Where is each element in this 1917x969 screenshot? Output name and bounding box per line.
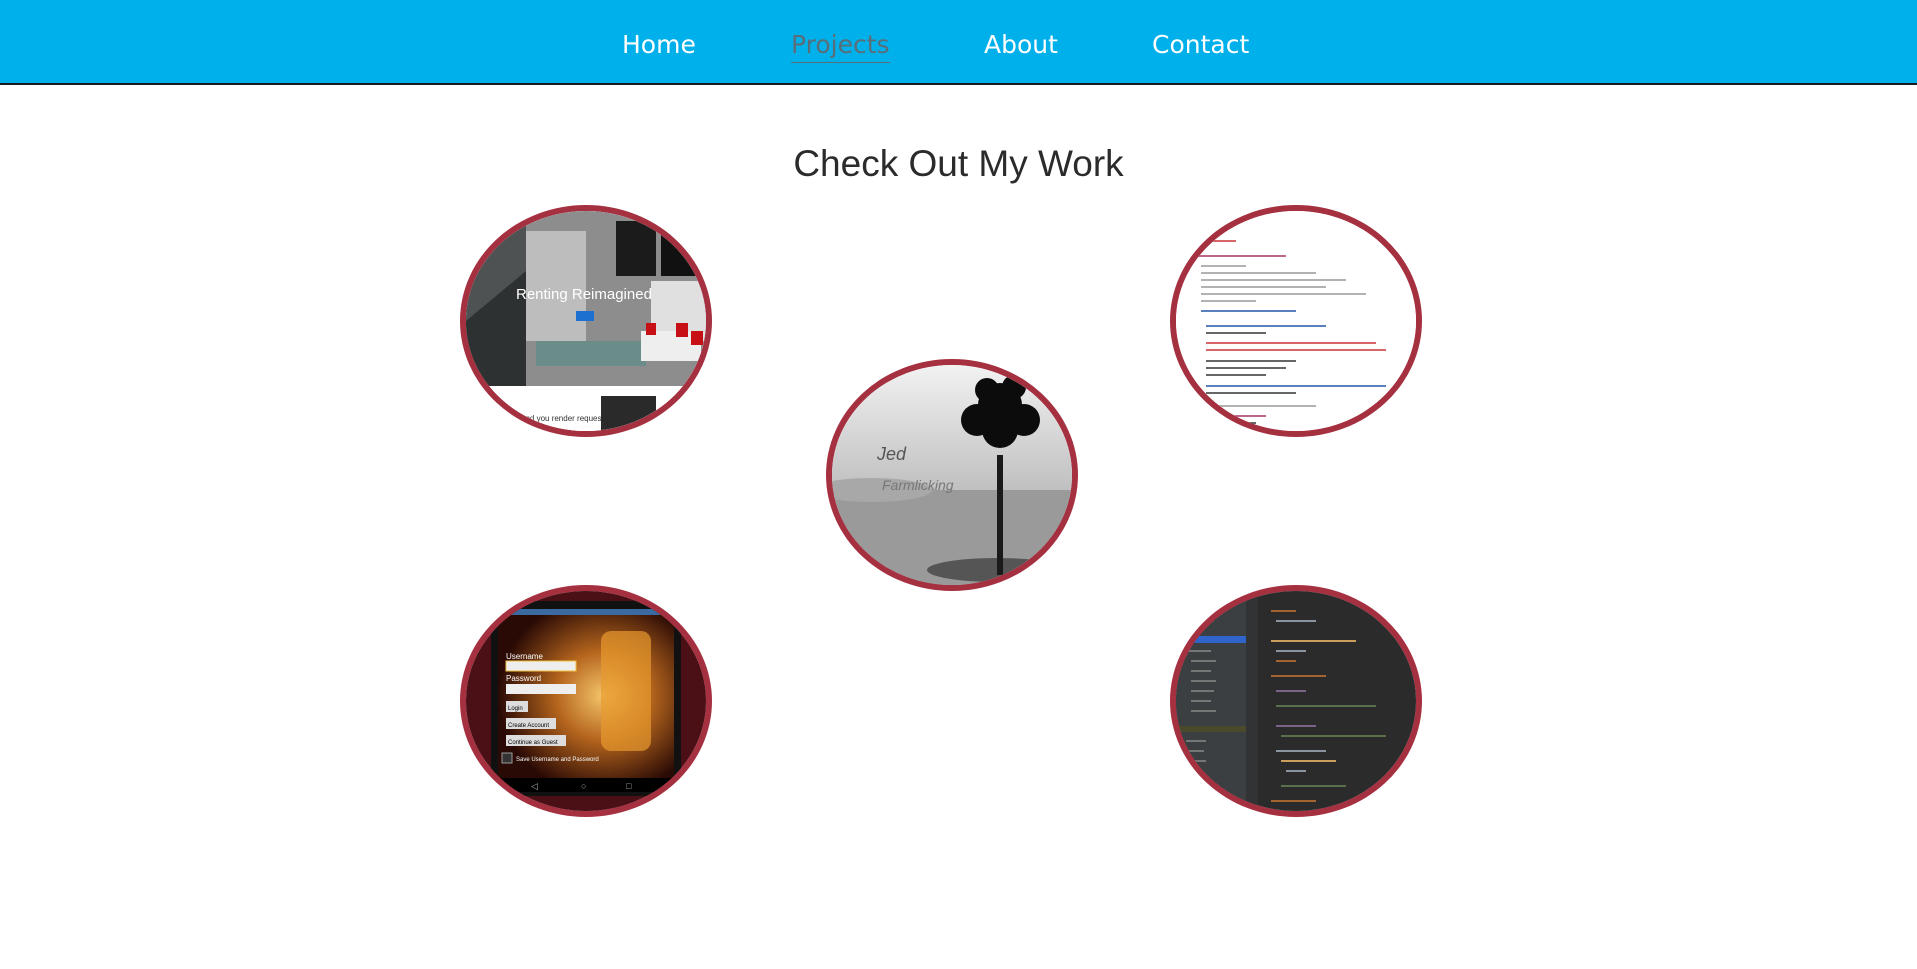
android-recents-icon: □ — [626, 781, 632, 791]
project-thumbnail-code-light[interactable] — [1170, 205, 1422, 437]
nav-home-link[interactable]: Home — [622, 28, 696, 62]
nav-about-link[interactable]: About — [984, 28, 1058, 62]
login-button-label: Login — [508, 706, 523, 712]
renting-website-image: Renting Reimagined and you render reques… — [466, 211, 706, 431]
logo-name-line-1: Jed — [876, 444, 907, 464]
project-thumbnail-renting[interactable]: Renting Reimagined and you render reques… — [460, 205, 712, 437]
username-label: Username — [506, 652, 543, 661]
nav-projects-link[interactable]: Projects — [791, 28, 890, 63]
code-light-image — [1176, 211, 1416, 431]
android-home-icon: ○ — [581, 781, 586, 791]
page-title: Check Out My Work — [793, 143, 1124, 184]
android-back-icon: ◁ — [531, 781, 538, 791]
project-thumbnail-android-login[interactable]: Username Password Login Create Account C… — [460, 585, 712, 817]
renting-caption: Renting Reimagined — [516, 286, 652, 303]
top-navbar: Home Projects About Contact — [0, 0, 1917, 85]
nav-contact-link[interactable]: Contact — [1152, 28, 1249, 62]
password-label: Password — [506, 674, 541, 683]
save-username-label: Save Username and Password — [516, 757, 599, 763]
continue-guest-label: Continue as Guest — [508, 740, 558, 746]
tree-logo-image: Jed Farmlicking — [832, 365, 1072, 585]
code-dark-image — [1176, 591, 1416, 811]
android-login-image: Username Password Login Create Account C… — [466, 591, 706, 811]
project-thumbnail-tree-logo[interactable]: Jed Farmlicking — [826, 359, 1078, 591]
logo-name-line-2: Farmlicking — [882, 477, 954, 493]
create-account-label: Create Account — [508, 723, 549, 729]
project-thumbnail-code-dark[interactable] — [1170, 585, 1422, 817]
renting-subcaption: and you render requests — [521, 414, 608, 423]
